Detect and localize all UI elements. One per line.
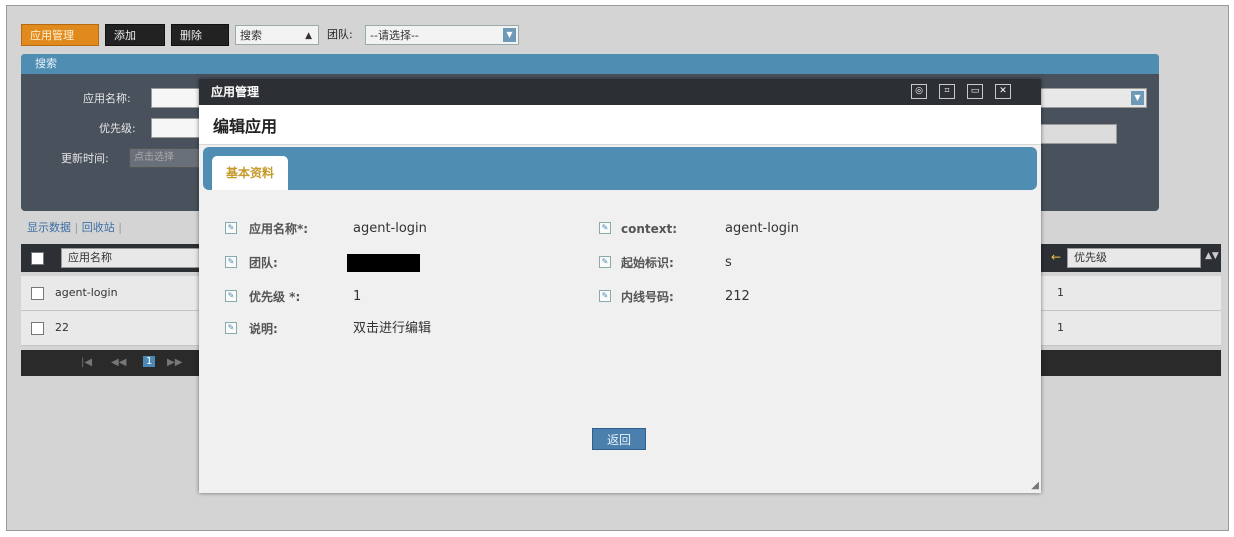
list-links: 显示数据 | 回收站 | xyxy=(27,221,122,234)
next-page-icon[interactable]: ▶▶ xyxy=(167,357,182,368)
edit-app-dialog: 应用管理 ◎ ⌗ ▭ ✕ 编辑应用 基本资料 ✎ 应用名称*: agent-lo… xyxy=(199,79,1041,493)
edit-icon: ✎ xyxy=(599,222,611,234)
dialog-body: 基本资料 ✎ 应用名称*: agent-login ✎ 团队: ✎ 优先级 *:… xyxy=(199,145,1041,493)
edit-icon: ✎ xyxy=(225,322,237,334)
column-priority[interactable]: 优先级 xyxy=(1067,248,1201,268)
field-label: 优先级 *: xyxy=(249,290,301,304)
field-label: 内线号码: xyxy=(621,290,674,304)
edit-icon: ✎ xyxy=(599,256,611,268)
row-checkbox[interactable] xyxy=(31,287,44,300)
select-all-checkbox[interactable] xyxy=(31,252,44,265)
start-marker-value[interactable]: s xyxy=(725,253,732,273)
prev-page-icon[interactable]: ◀◀ xyxy=(111,357,126,368)
app-window: 应用管理 添加 删除 搜索 ▲ 团队: --请选择-- ▼ 搜索 应用名称: 优… xyxy=(6,5,1229,531)
priority-value[interactable]: 1 xyxy=(353,287,361,307)
redacted-team-value[interactable] xyxy=(347,254,420,272)
field-label: 说明: xyxy=(249,322,278,336)
column-app-name[interactable]: 应用名称 xyxy=(61,248,201,268)
field-label: 应用名称*: xyxy=(249,222,309,236)
tab-app-management[interactable]: 应用管理 xyxy=(21,24,99,46)
search-panel-header: 搜索 xyxy=(21,54,1159,74)
field-team: ✎ 团队: xyxy=(225,253,545,273)
resize-grip-icon[interactable]: ◢ xyxy=(1031,480,1039,491)
dialog-subtitle: 编辑应用 xyxy=(213,117,278,136)
cell-priority: 1 xyxy=(1057,286,1064,299)
context-value[interactable]: agent-login xyxy=(725,219,799,239)
cell-app-name: 22 xyxy=(55,321,69,334)
field-context: ✎ context: agent-login xyxy=(599,219,919,239)
search-select-value: 搜索 xyxy=(240,29,262,42)
arrow-left-icon: ← xyxy=(1051,250,1062,264)
edit-icon: ✎ xyxy=(225,290,237,302)
delete-button[interactable]: 删除 xyxy=(171,24,229,46)
edit-icon: ✎ xyxy=(225,222,237,234)
field-label: context: xyxy=(621,222,678,236)
edit-icon: ✎ xyxy=(599,290,611,302)
description-value[interactable]: 双击进行编辑 xyxy=(353,319,431,339)
close-icon[interactable]: ✕ xyxy=(995,84,1011,99)
restore-icon[interactable]: ▭ xyxy=(967,84,983,99)
team-select[interactable]: --请选择-- ▼ xyxy=(365,25,519,45)
field-extension: ✎ 内线号码: 212 xyxy=(599,287,919,307)
recycle-link[interactable]: 回收站 xyxy=(82,221,115,234)
caret-icon: ▲ xyxy=(305,31,312,41)
field-label: 起始标识: xyxy=(621,256,674,270)
return-button[interactable]: 返回 xyxy=(592,428,646,450)
dialog-titlebar[interactable]: 应用管理 ◎ ⌗ ▭ ✕ xyxy=(199,79,1041,105)
field-label: 团队: xyxy=(249,256,278,270)
priority-label: 优先级: xyxy=(99,122,136,135)
extension-value[interactable]: 212 xyxy=(725,287,750,307)
current-page[interactable]: 1 xyxy=(143,356,156,367)
sort-icon: ▲▼ xyxy=(1205,251,1219,261)
field-app-name: ✎ 应用名称*: agent-login xyxy=(225,219,545,239)
row-checkbox[interactable] xyxy=(31,322,44,335)
show-data-link[interactable]: 显示数据 xyxy=(27,221,71,234)
chevron-down-icon: ▼ xyxy=(503,28,516,42)
toolbar: 应用管理 添加 删除 搜索 ▲ 团队: --请选择-- ▼ xyxy=(21,24,1221,48)
app-name-value[interactable]: agent-login xyxy=(353,219,427,239)
field-start-marker: ✎ 起始标识: s xyxy=(599,253,919,273)
tab-strip: 基本资料 xyxy=(203,147,1037,190)
chevron-down-icon: ▼ xyxy=(1131,91,1144,105)
maximize-icon[interactable]: ⌗ xyxy=(939,84,955,99)
field-priority: ✎ 优先级 *: 1 xyxy=(225,287,545,307)
app-name-label: 应用名称: xyxy=(83,92,131,105)
add-button[interactable]: 添加 xyxy=(105,24,165,46)
update-time-label: 更新时间: xyxy=(61,152,109,165)
tab-basic-info[interactable]: 基本资料 xyxy=(212,156,289,190)
cell-priority: 1 xyxy=(1057,321,1064,334)
edit-icon: ✎ xyxy=(225,256,237,268)
dialog-subtitle-bar: 编辑应用 xyxy=(199,105,1041,145)
settings-icon[interactable]: ◎ xyxy=(911,84,927,99)
cell-app-name: agent-login xyxy=(55,286,118,299)
search-select[interactable]: 搜索 ▲ xyxy=(235,25,319,45)
team-label: 团队: xyxy=(327,28,353,41)
first-page-icon[interactable]: |◀ xyxy=(81,357,92,368)
field-description: ✎ 说明: 双击进行编辑 xyxy=(225,319,545,339)
team-select-value: --请选择-- xyxy=(370,29,419,42)
dialog-title: 应用管理 xyxy=(211,85,260,99)
